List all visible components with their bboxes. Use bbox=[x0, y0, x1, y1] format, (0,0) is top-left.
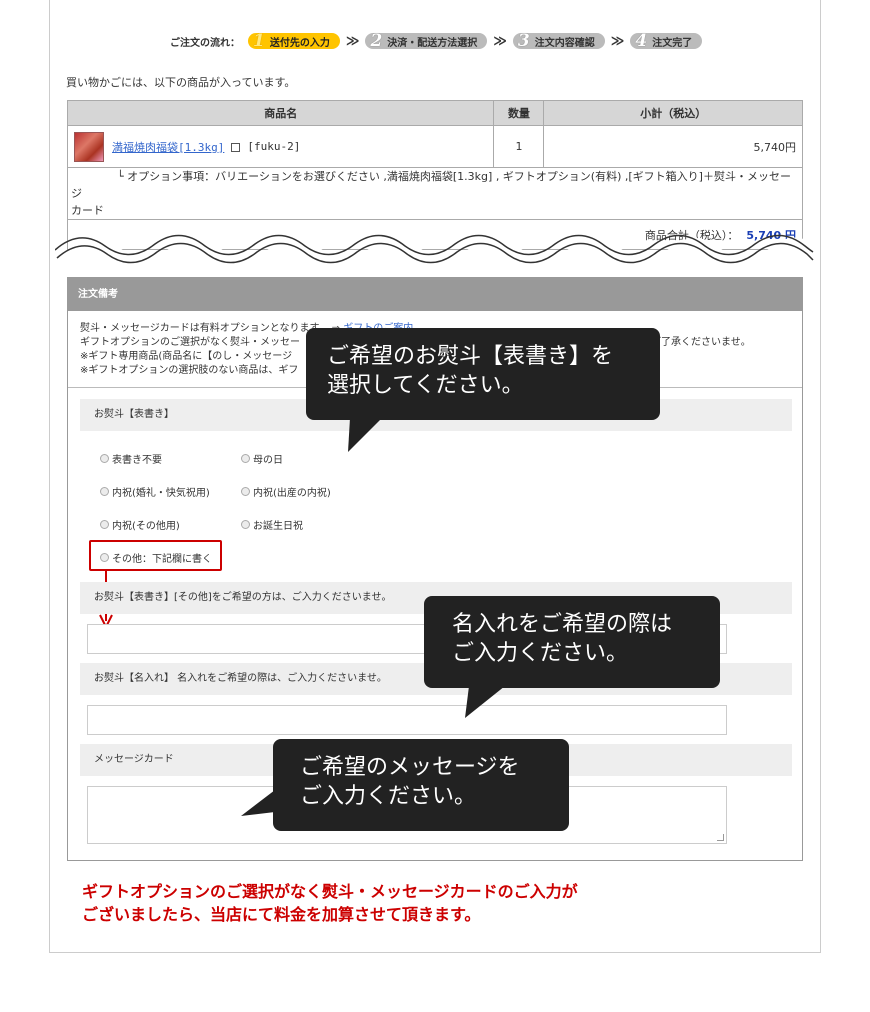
step-2-label: 決済・配送方法選択 bbox=[387, 37, 478, 49]
subtotal-cell: 5,740円 bbox=[543, 125, 803, 168]
notes-line2-tail: ご了承くださいませ。 bbox=[651, 337, 751, 348]
notes-line3: ※ギフト専用商品(商品名に【のし・メッセージ bbox=[80, 351, 293, 362]
step-1-label: 送付先の入力 bbox=[269, 37, 330, 49]
step-3-number: 3 bbox=[517, 31, 530, 51]
radio-dot[interactable] bbox=[241, 454, 250, 463]
step-3-label: 注文内容確認 bbox=[534, 37, 595, 49]
wavy-cut-divider bbox=[55, 234, 815, 276]
notes-line4: ※ギフトオプションの選択肢のない商品は、ギフ bbox=[80, 365, 299, 376]
radio-uchiiwai-wedding[interactable]: 内祝(婚礼・快気祝用) bbox=[100, 484, 210, 499]
callout-tail bbox=[241, 790, 275, 816]
callout-message-line1: ご希望のメッセージを bbox=[300, 755, 520, 780]
step-3: 3 注文内容確認 bbox=[512, 31, 605, 51]
step-separator: ≫ bbox=[610, 33, 625, 49]
callout-name-line2: ご入力ください。 bbox=[452, 641, 629, 666]
callout-noshi-line2: 選択してください。 bbox=[327, 373, 524, 398]
callout-name: 名入れをご希望の際は ご入力ください。 bbox=[424, 596, 720, 688]
order-notes-header: 注文備考 bbox=[68, 278, 802, 311]
col-header-subtotal: 小計（税込） bbox=[543, 100, 803, 126]
step-separator: ≫ bbox=[345, 33, 360, 49]
radio-dot[interactable] bbox=[241, 487, 250, 496]
radio-uchiiwai-other[interactable]: 内祝(その他用) bbox=[100, 517, 180, 532]
option-row: └ オプション事項：バリエーションをお選びください ,満福焼肉福袋[1.3kg]… bbox=[67, 167, 803, 220]
col-header-product: 商品名 bbox=[66, 100, 495, 126]
option-text-line1: └ オプション事項：バリエーションをお選びください ,満福焼肉福袋[1.3kg]… bbox=[71, 170, 791, 200]
cart-intro-text: 買い物かごには、以下の商品が入っています。 bbox=[66, 76, 296, 89]
step-4-label: 注文完了 bbox=[652, 37, 693, 49]
callout-noshi-line1: ご希望のお熨斗【表書き】を bbox=[327, 344, 614, 369]
surcharge-warning-line1: ギフトオプションのご選択がなく熨斗・メッセージカードのご入力が bbox=[82, 882, 578, 901]
callout-tail bbox=[348, 418, 382, 452]
step-1: 1 送付先の入力 bbox=[248, 31, 340, 51]
product-link[interactable]: 満福焼肉福袋[1.3kg] bbox=[112, 139, 224, 155]
radio-mothers-day[interactable]: 母の日 bbox=[241, 451, 283, 466]
step-separator: ≫ bbox=[493, 33, 507, 49]
step-4: 4 注文完了 bbox=[630, 31, 703, 51]
resize-grip-icon[interactable] bbox=[717, 834, 724, 841]
highlight-frame bbox=[89, 540, 222, 571]
product-thumbnail[interactable] bbox=[74, 131, 104, 162]
radio-uchiiwai-birth[interactable]: 内祝(出産の内祝) bbox=[241, 484, 331, 499]
col-header-qty: 数量 bbox=[493, 100, 545, 126]
callout-message: ご希望のメッセージを ご入力ください。 bbox=[273, 739, 569, 831]
radio-dot[interactable] bbox=[100, 487, 109, 496]
radio-no-noshi[interactable]: 表書き不要 bbox=[100, 451, 162, 466]
quantity-cell: 1 bbox=[493, 125, 545, 168]
step-1-number: 1 bbox=[253, 31, 265, 51]
radio-dot[interactable] bbox=[241, 520, 250, 529]
radio-birthday[interactable]: お誕生日祝 bbox=[241, 517, 303, 532]
option-cell: └ オプション事項：バリエーションをお選びください ,満福焼肉福袋[1.3kg]… bbox=[67, 167, 803, 220]
order-steps: ご注文の流れ： 1 送付先の入力 ≫ 2 決済・配送方法選択 ≫ 3 注文内容確… bbox=[170, 31, 703, 51]
step-2-number: 2 bbox=[370, 31, 383, 51]
callout-name-line1: 名入れをご希望の際は bbox=[452, 612, 673, 637]
table-row: 満福焼肉福袋[1.3kg] [fuku-2] 1 5,740円 bbox=[66, 125, 803, 168]
steps-lead: ご注文の流れ： bbox=[170, 37, 240, 49]
option-text-line2: カード bbox=[71, 204, 104, 217]
product-cell: 満福焼肉福袋[1.3kg] [fuku-2] bbox=[66, 125, 495, 168]
step-4-number: 4 bbox=[635, 31, 648, 51]
surcharge-warning-line2: ございましたら、当店にて料金を加算させて頂きます。 bbox=[82, 905, 481, 924]
noshi-name-input[interactable] bbox=[87, 705, 727, 735]
callout-tail bbox=[465, 686, 505, 718]
radio-dot[interactable] bbox=[100, 454, 109, 463]
notes-line1: 熨斗・メッセージカードは有料オプションとなります。 ⇒ bbox=[80, 323, 344, 334]
new-window-icon bbox=[231, 143, 241, 152]
surcharge-warning: ギフトオプションのご選択がなく熨斗・メッセージカードのご入力が ございましたら、… bbox=[82, 880, 578, 926]
cart-header-row: 商品名 数量 小計（税込） bbox=[66, 100, 803, 126]
step-2: 2 決済・配送方法選択 bbox=[365, 31, 488, 51]
callout-noshi: ご希望のお熨斗【表書き】を 選択してください。 bbox=[306, 328, 660, 420]
notes-line2: ギフトオプションのご選択がなく熨斗・メッセー bbox=[80, 337, 300, 348]
callout-message-line2: ご入力ください。 bbox=[300, 784, 477, 809]
product-sku: [fuku-2] bbox=[247, 140, 301, 153]
radio-dot[interactable] bbox=[100, 520, 109, 529]
